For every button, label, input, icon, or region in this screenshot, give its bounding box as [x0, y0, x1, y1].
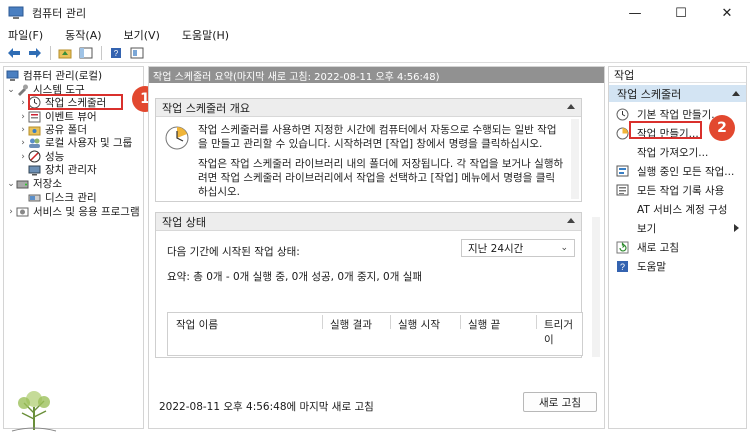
toolbar: ?	[0, 44, 750, 63]
last-refresh-text: 2022-08-11 오후 4:56:48에 마지막 새로 고침	[159, 401, 374, 413]
actions-title: 작업	[609, 67, 746, 83]
chevron-down-icon[interactable]: ⌄	[6, 85, 16, 95]
running-tasks-icon	[615, 165, 629, 178]
folder-up-icon	[58, 49, 72, 59]
properties-button[interactable]	[127, 45, 147, 61]
forward-arrow-icon	[29, 48, 41, 58]
column-run-start[interactable]: 실행 시작	[398, 317, 440, 332]
task-history-icon	[615, 184, 629, 197]
menu-help[interactable]: 도움말(H)	[178, 27, 233, 43]
help-button[interactable]: ?	[106, 45, 126, 61]
highlight-task-scheduler	[28, 94, 123, 110]
menu-bar: 파일(F) 동작(A) 보기(V) 도움말(H)	[0, 26, 750, 44]
action-view[interactable]: 보기	[615, 220, 743, 236]
column-run-end[interactable]: 실행 끝	[468, 317, 500, 332]
forward-button[interactable]	[25, 45, 45, 61]
svg-text:?: ?	[619, 262, 624, 272]
chevron-down-icon: ⌄	[560, 243, 568, 253]
overview-scrollbar[interactable]	[571, 119, 579, 199]
summary-header: 작업 스케줄러 요약(마지막 새로 고침: 2022-08-11 오후 4:56…	[149, 67, 604, 83]
services-icon	[16, 206, 29, 218]
period-dropdown[interactable]: 지난 24시간 ⌄	[461, 239, 575, 257]
center-pane: 작업 스케줄러 요약(마지막 새로 고침: 2022-08-11 오후 4:56…	[148, 66, 605, 429]
chevron-right-icon[interactable]: ›	[18, 152, 28, 162]
tree-item-root[interactable]: 컴퓨터 관리(로컬)	[6, 69, 102, 82]
center-scrollbar[interactable]	[592, 217, 600, 357]
chevron-right-icon[interactable]: ›	[18, 125, 28, 135]
action-help[interactable]: ? 도움말	[615, 258, 666, 274]
svg-text:?: ?	[114, 49, 119, 58]
refresh-icon	[615, 241, 629, 254]
properties-icon	[130, 47, 144, 59]
menu-file[interactable]: 파일(F)	[4, 27, 47, 43]
disk-icon	[28, 192, 41, 204]
shared-folder-icon	[28, 124, 41, 136]
device-manager-icon	[28, 164, 41, 176]
console-tree-icon	[79, 47, 93, 59]
action-enable-task-history[interactable]: 모든 작업 기록 사용	[615, 182, 724, 198]
storage-icon	[16, 178, 29, 190]
action-import-task[interactable]: 작업 가져오기...	[615, 144, 708, 160]
watermark-logo	[4, 385, 64, 435]
back-arrow-icon	[8, 48, 20, 58]
overview-header[interactable]: 작업 스케줄러 개요	[156, 99, 581, 117]
tree-item-disk-management[interactable]: 디스크 관리	[28, 191, 97, 204]
overview-paragraph-2: 작업은 작업 스케줄러 라이브러리 내의 폴더에 저장됩니다. 각 작업을 보거…	[198, 158, 564, 198]
menu-action[interactable]: 동작(A)	[61, 27, 105, 43]
performance-icon	[28, 150, 41, 163]
menu-view[interactable]: 보기(V)	[120, 27, 164, 43]
chevron-right-icon[interactable]: ›	[18, 112, 28, 122]
up-folder-button[interactable]	[55, 45, 75, 61]
chevron-right-icon[interactable]: ›	[18, 98, 28, 108]
help-icon: ?	[615, 260, 629, 273]
computer-management-icon	[8, 6, 24, 20]
column-task-name[interactable]: 작업 이름	[176, 317, 218, 332]
create-task-icon	[615, 127, 629, 140]
status-summary: 요약: 총 0개 - 0개 실행 중, 0개 성공, 0개 중지, 0개 실패	[167, 271, 423, 283]
actions-group-task-scheduler[interactable]: 작업 스케줄러	[609, 85, 746, 102]
computer-icon	[6, 70, 19, 82]
show-hide-tree-button[interactable]	[76, 45, 96, 61]
overview-section: 작업 스케줄러 개요 작업 스케줄러를 사용하면 지정한 시간에 컴퓨터에서 자…	[155, 98, 582, 202]
chevron-right-icon[interactable]: ›	[6, 207, 16, 217]
help-book-icon: ?	[111, 48, 121, 58]
event-viewer-icon	[28, 111, 41, 123]
tree-item-storage[interactable]: ⌄ 저장소	[6, 177, 62, 190]
action-refresh[interactable]: 새로 고침	[615, 239, 679, 255]
task-status-table: 작업 이름 실행 결과 실행 시작 실행 끝 트리거 이	[167, 312, 583, 356]
tree-item-local-users[interactable]: › 로컬 사용자 및 그룹	[18, 136, 132, 149]
basic-task-icon	[615, 108, 629, 121]
action-display-running-tasks[interactable]: 실행 중인 모든 작업...	[615, 163, 734, 179]
period-label: 다음 기간에 시작된 작업 상태:	[167, 246, 300, 258]
status-header[interactable]: 작업 상태	[156, 213, 581, 231]
minimize-button[interactable]: —	[612, 0, 658, 26]
window-title: 컴퓨터 관리	[32, 7, 87, 20]
callout-badge-2: 2	[709, 115, 735, 141]
collapse-caret-icon[interactable]	[567, 218, 575, 223]
action-create-basic-task[interactable]: 기본 작업 만들기...	[615, 106, 721, 122]
chevron-down-icon[interactable]: ⌄	[6, 179, 16, 189]
submenu-arrow-icon	[734, 224, 739, 232]
tree-item-device-manager[interactable]: 장치 관리자	[28, 163, 97, 176]
collapse-caret-icon[interactable]	[567, 104, 575, 109]
chevron-right-icon[interactable]: ›	[18, 138, 28, 148]
column-run-result[interactable]: 실행 결과	[330, 317, 372, 332]
users-icon	[28, 137, 41, 149]
back-button[interactable]	[4, 45, 24, 61]
console-tree: 컴퓨터 관리(로컬) ⌄ 시스템 도구 › 작업 스케줄러 › 이벤트 뷰어 ›…	[3, 66, 144, 429]
overview-paragraph-1: 작업 스케줄러를 사용하면 지정한 시간에 컴퓨터에서 자동으로 수행되는 일반…	[198, 124, 557, 150]
action-at-service-account[interactable]: AT 서비스 계정 구성	[615, 201, 727, 217]
collapse-caret-icon[interactable]	[732, 91, 740, 96]
refresh-button[interactable]: 새로 고침	[523, 392, 597, 412]
highlight-create-task	[629, 121, 702, 139]
column-trigger[interactable]: 트리거 이	[544, 317, 582, 347]
scheduler-clock-icon	[164, 125, 190, 151]
tree-item-services[interactable]: › 서비스 및 응용 프로그램	[6, 205, 139, 218]
close-button[interactable]: ✕	[704, 0, 750, 26]
maximize-button[interactable]: ☐	[658, 0, 704, 26]
